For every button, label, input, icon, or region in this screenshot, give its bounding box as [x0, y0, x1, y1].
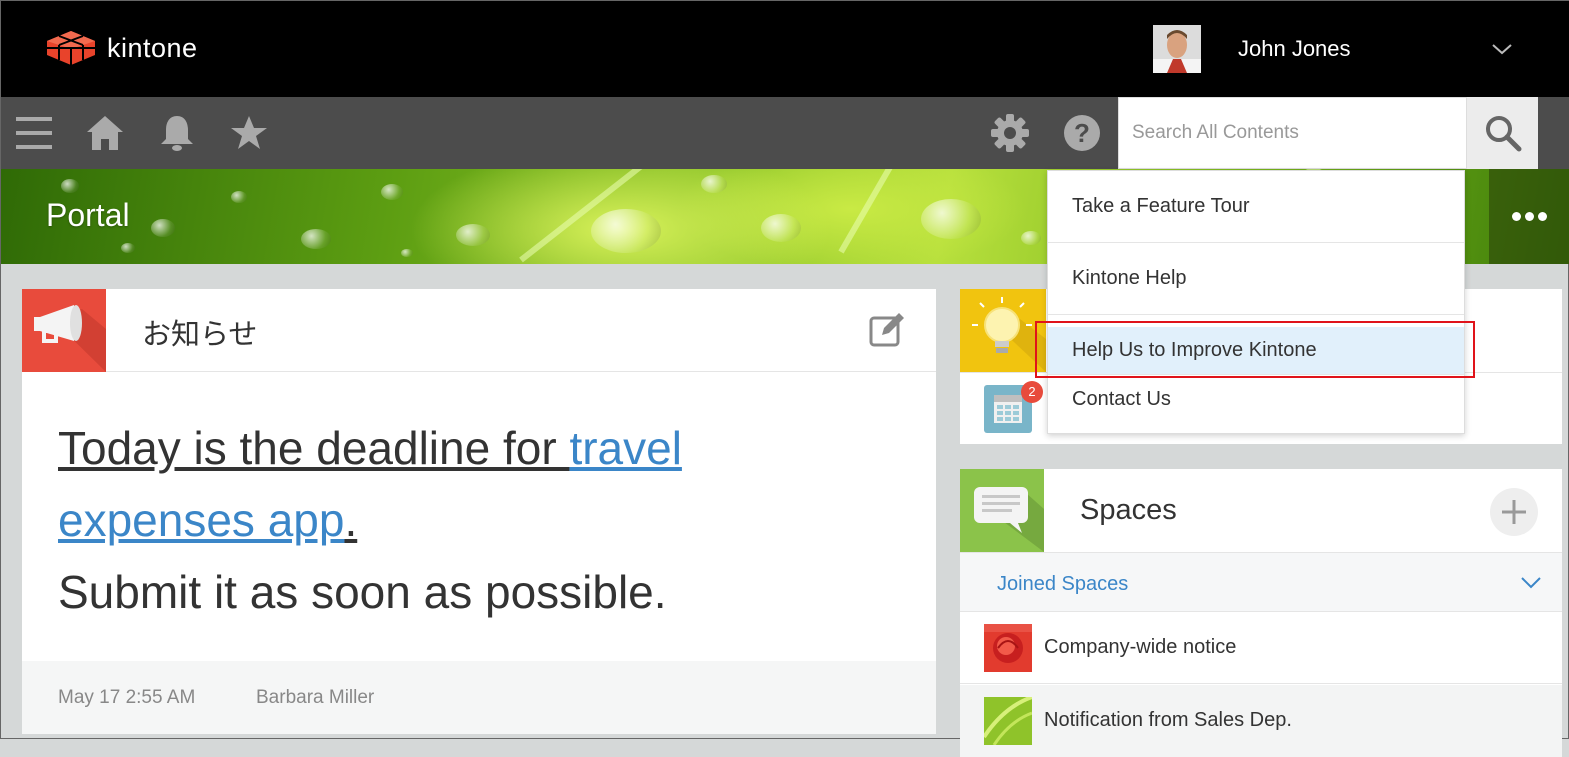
hamburger-icon[interactable]	[13, 112, 55, 154]
menu-item-kintone-help[interactable]: Kintone Help	[1048, 243, 1464, 315]
kintone-logo-icon	[47, 31, 95, 65]
space-name[interactable]: Company-wide notice	[1044, 636, 1236, 659]
space-thumbnail	[982, 695, 1033, 746]
search-input[interactable]	[1132, 122, 1453, 144]
space-list-item[interactable]: Company-wide notice	[960, 612, 1562, 684]
app-window: kintone John Jones ? Search All Contents…	[0, 0, 1569, 757]
menu-item-label: Kintone Help	[1072, 267, 1187, 289]
announcement-author[interactable]: Barbara Miller	[256, 687, 374, 709]
kintone-logo[interactable]: kintone	[45, 29, 198, 67]
space-name[interactable]: Notification from Sales Dep.	[1044, 709, 1292, 732]
app-name: kintone	[107, 32, 198, 63]
highlight-annotation-box	[1035, 321, 1475, 378]
travel-expenses-link-cont[interactable]: expenses app	[58, 494, 344, 546]
help-icon[interactable]: ?	[1061, 112, 1103, 154]
bell-icon[interactable]	[156, 112, 198, 154]
search-icon	[1485, 116, 1521, 152]
help-menu: Take a Feature Tour Kintone Help Help Us…	[1047, 170, 1465, 434]
top-header: kintone John Jones	[1, 1, 1569, 97]
space-list-item[interactable]: Notification from Sales Dep.	[960, 685, 1562, 757]
more-dot-icon	[1512, 212, 1521, 221]
travel-expenses-link[interactable]: travel	[569, 422, 681, 474]
notification-badge: 2	[1021, 381, 1043, 403]
more-options-button[interactable]	[1489, 169, 1569, 264]
menu-item-label: Take a Feature Tour	[1072, 195, 1250, 217]
announcement-period: .	[344, 494, 358, 546]
joined-spaces-label[interactable]: Joined Spaces	[997, 573, 1128, 596]
announcement-header: お知らせ	[22, 289, 936, 372]
announcement-panel: お知らせ Today is the deadline for travel ex…	[22, 289, 936, 734]
lightbulb-icon	[960, 289, 1046, 372]
menu-item-label: Contact Us	[1072, 387, 1171, 410]
joined-spaces-header[interactable]: Joined Spaces	[960, 552, 1562, 612]
home-icon[interactable]	[84, 112, 126, 154]
svg-text:?: ?	[1074, 118, 1090, 148]
user-name[interactable]: John Jones	[1238, 36, 1351, 62]
chevron-down-icon[interactable]	[1489, 37, 1515, 61]
plus-icon	[1502, 500, 1526, 524]
announcement-text-2: Submit it as soon as possible.	[58, 566, 667, 618]
spaces-title: Spaces	[1080, 494, 1177, 526]
announcement-footer: May 17 2:55 AM Barbara Miller	[22, 661, 936, 734]
megaphone-icon	[22, 289, 106, 372]
menu-item-feature-tour[interactable]: Take a Feature Tour	[1048, 171, 1464, 243]
chevron-down-icon[interactable]	[1520, 575, 1542, 591]
search-field[interactable]	[1118, 97, 1467, 169]
announcement-title: お知らせ	[142, 317, 258, 351]
add-space-button[interactable]	[1490, 488, 1538, 536]
announcement-text: Today is the deadline for	[58, 422, 570, 474]
announcement-date: May 17 2:55 AM	[58, 687, 196, 708]
avatar[interactable]	[1153, 25, 1201, 73]
chat-bubble-icon	[960, 469, 1044, 552]
star-icon[interactable]	[228, 112, 270, 154]
page-title: Portal	[46, 197, 130, 233]
announcement-body: Today is the deadline for travel expense…	[58, 412, 898, 628]
gear-icon[interactable]	[989, 112, 1031, 154]
edit-icon[interactable]	[868, 311, 906, 349]
search-button[interactable]	[1467, 97, 1538, 169]
space-thumbnail	[984, 624, 1032, 672]
spaces-panel: Spaces Joined Spaces Company-wide notice	[960, 469, 1562, 757]
menu-item-contact-us[interactable]: Contact Us	[1048, 375, 1464, 423]
